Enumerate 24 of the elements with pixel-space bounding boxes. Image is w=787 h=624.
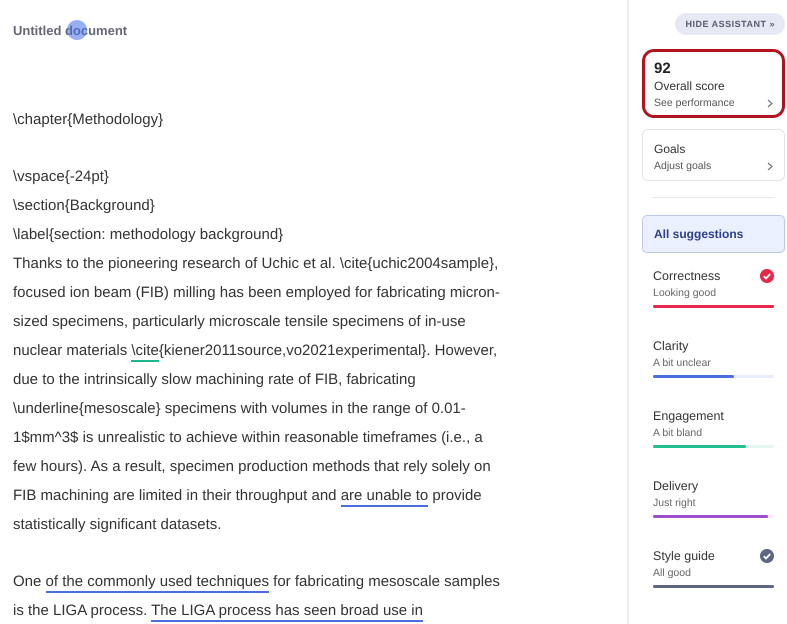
score-card[interactable]: 92 Overall score See performance bbox=[642, 49, 785, 118]
category-status: All good bbox=[653, 567, 692, 579]
chevron-icon bbox=[767, 162, 773, 170]
category-name[interactable]: Clarity bbox=[653, 339, 688, 353]
category-name[interactable]: Style guide bbox=[653, 549, 715, 563]
category-name[interactable]: Engagement bbox=[653, 409, 724, 423]
category-status: Looking good bbox=[653, 287, 718, 299]
paragraph: \vspace{-24pt} \section{Background} \label{section: methodology background} Thanks to the pioneering research of Uchic et al. \cite{uchic2004sample}, focused ion beam (FIB) milling has been employed for fabricating micron- sized specimens, particularly microscale tensile specimens of in-use nuclear materials \cite{kiener2011source,vo2021experimental}. However, due to the intrinsically slow machining rate of FIB, fabricating \underline{mesoscale} specimens with volumes in the range of 0.01- 1$mm^3$ is unrealistic to achieve within reasonable timeframes (i.e., a few hours). As a result, specimen production methods that rely solely on FIB machining are limited in their throughput and are unable to provide statistically significant datasets. bbox=[13, 167, 501, 535]
paragraph: One of the commonly used techniques for fabricating mesoscale samples is the LIGA process. The LIGA process has seen broad use in bbox=[13, 567, 627, 624]
card-link[interactable]: Adjust goals bbox=[654, 160, 712, 172]
score-value: 92 bbox=[654, 60, 672, 77]
category-status: A bit unclear bbox=[653, 357, 712, 369]
category-status: A bit bland bbox=[653, 427, 704, 439]
category-name[interactable]: Correctness bbox=[653, 269, 720, 283]
goals-card[interactable]: Goals Adjust goals bbox=[642, 129, 785, 181]
category-name[interactable]: Delivery bbox=[653, 479, 698, 493]
card-link[interactable]: See performance bbox=[654, 97, 735, 109]
paragraph: \chapter{Methodology} bbox=[13, 110, 164, 130]
chevron-icon bbox=[767, 98, 773, 108]
card-label: Goals bbox=[654, 142, 686, 156]
category-status: Just right bbox=[653, 497, 697, 509]
card-label: Overall score bbox=[654, 79, 726, 93]
hide-assistant-button[interactable]: HIDE ASSISTANT » bbox=[675, 13, 785, 35]
all-suggestions-button[interactable]: All suggestions bbox=[642, 215, 785, 253]
